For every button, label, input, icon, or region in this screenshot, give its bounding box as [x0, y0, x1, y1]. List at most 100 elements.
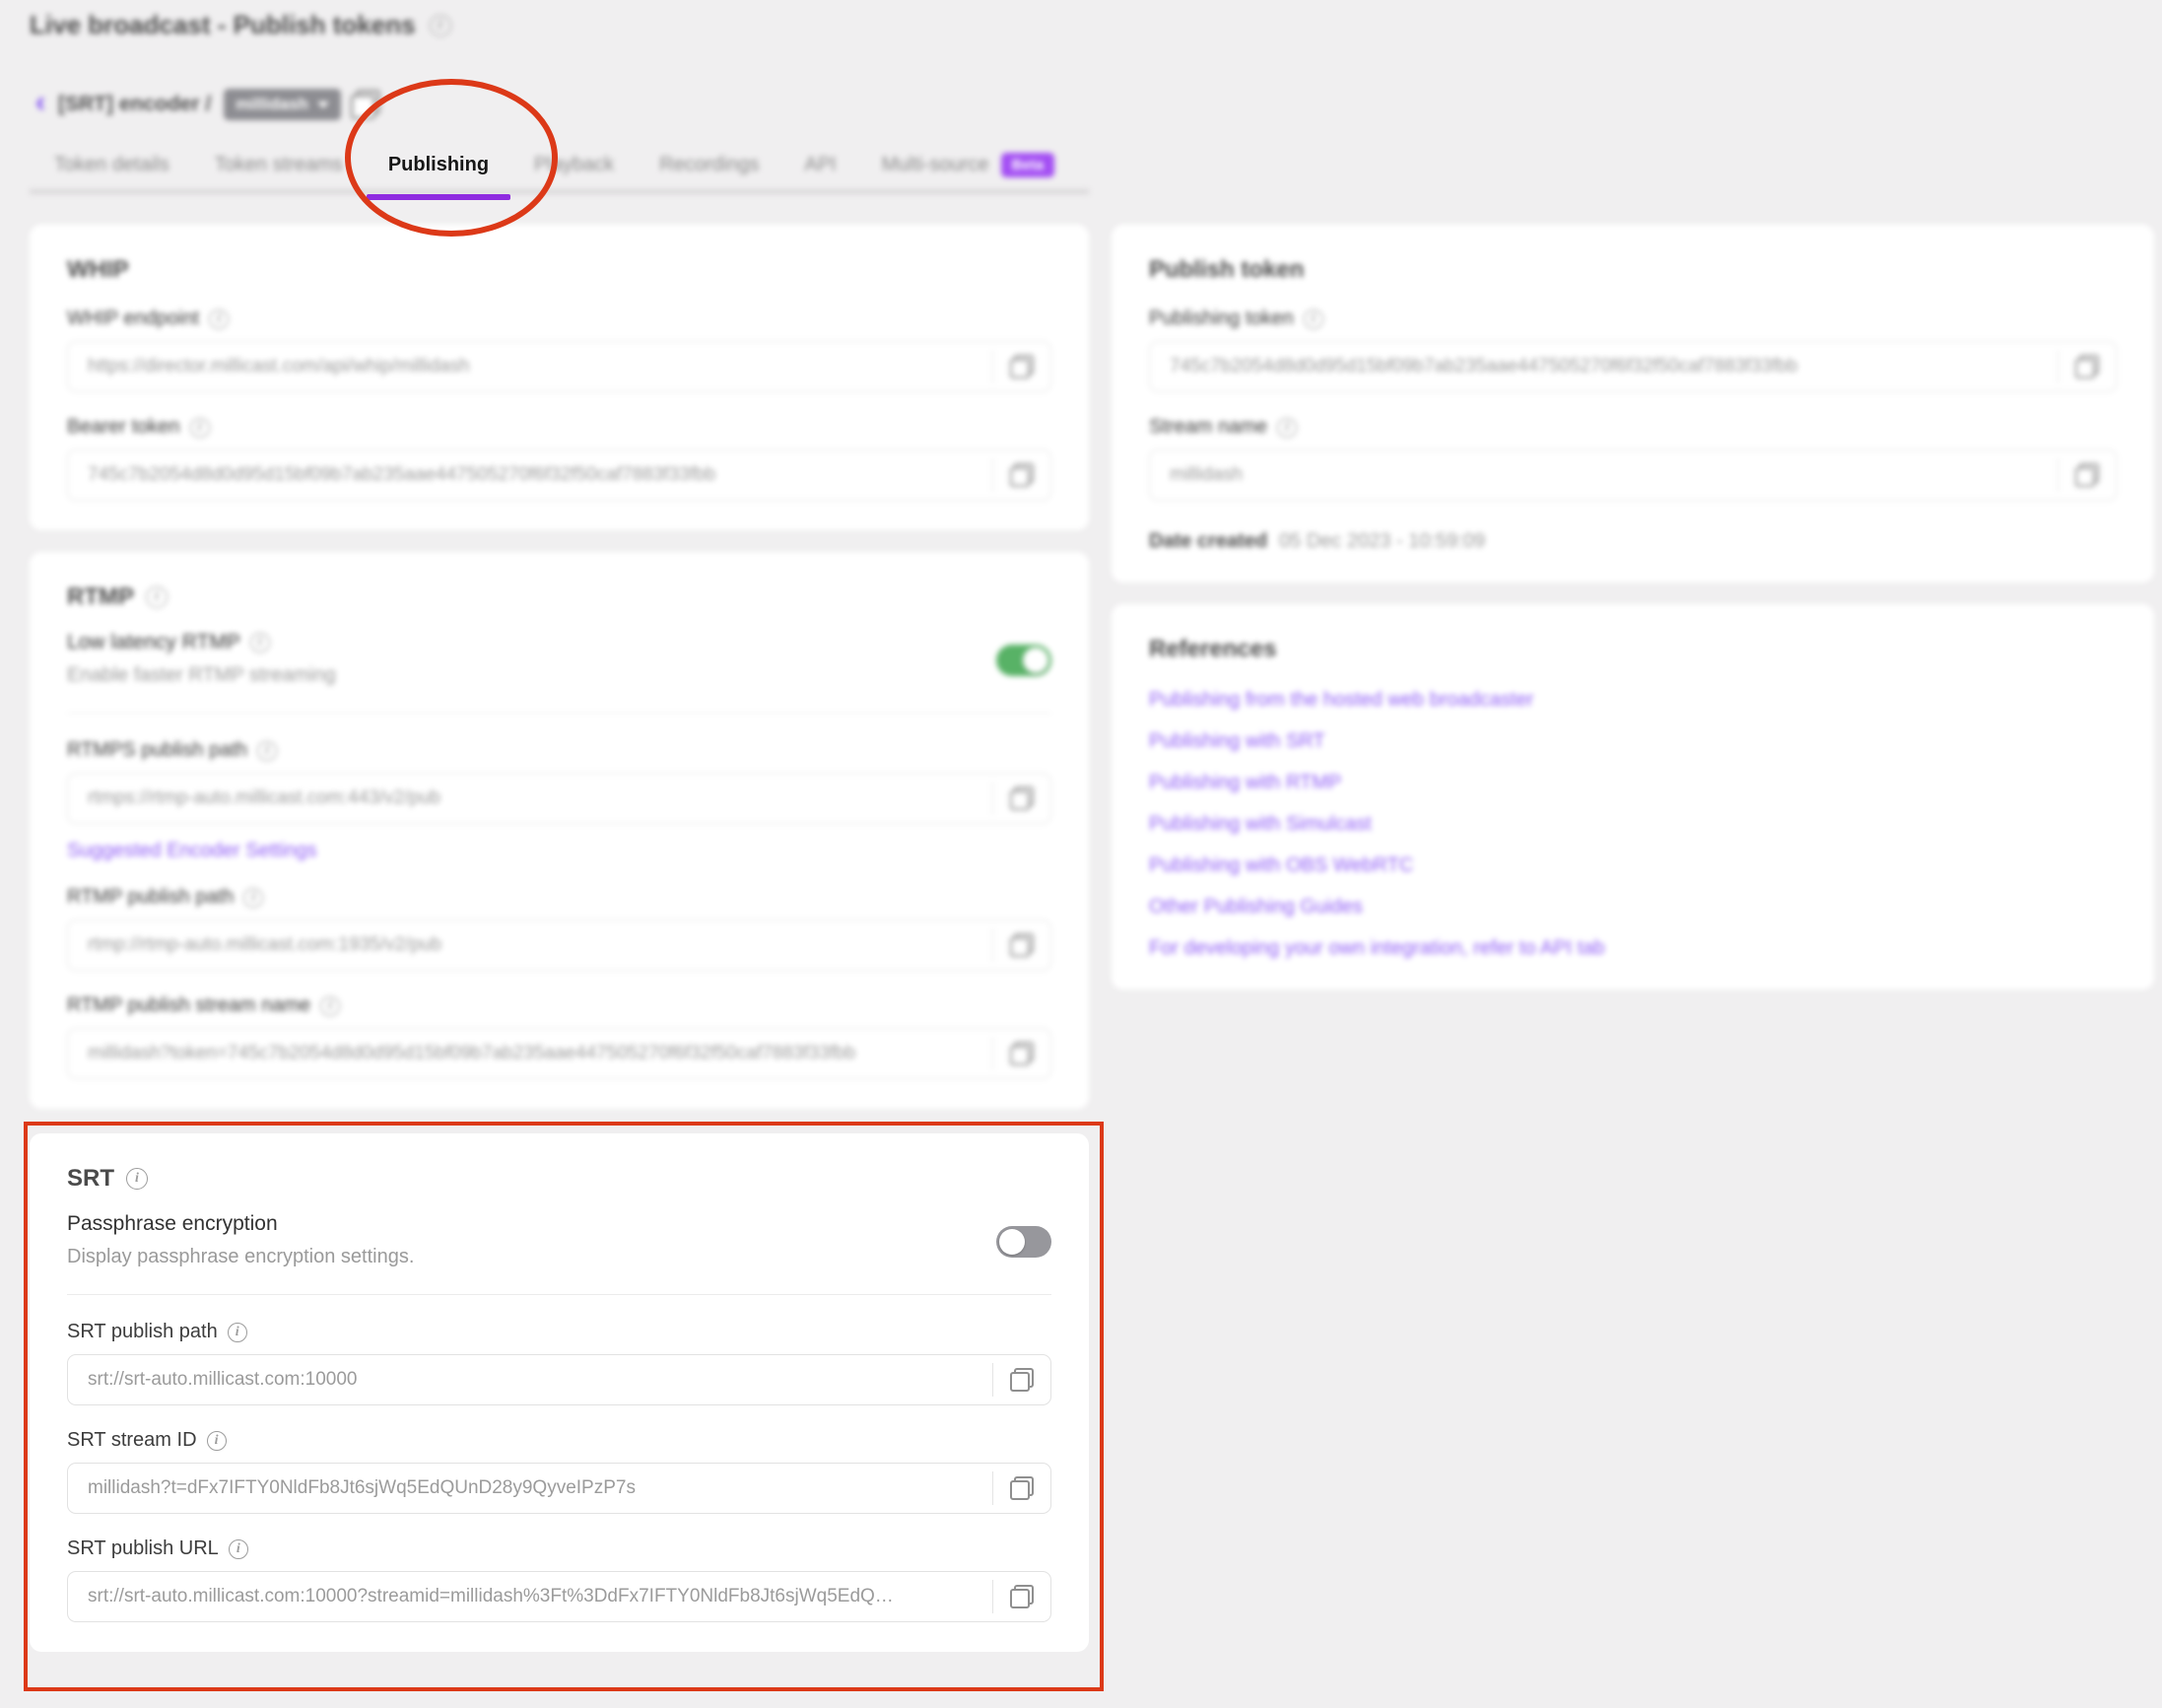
link-publishing-with-srt[interactable]: Publishing with SRT [1149, 730, 2117, 753]
copy-button[interactable] [993, 774, 1050, 823]
link-publishing-with-simulcast[interactable]: Publishing with Simulcast [1149, 813, 2117, 836]
srt-publish-url-field[interactable]: srt://srt-auto.millicast.com:10000?strea… [67, 1571, 1051, 1622]
tab-token-details[interactable]: Token details [54, 154, 169, 176]
info-icon[interactable] [257, 741, 277, 761]
copy-button[interactable] [2059, 450, 2116, 500]
info-icon[interactable] [146, 586, 168, 608]
right-column: Publish token Publishing token 745c7b205… [1112, 225, 2154, 990]
tab-token-streams[interactable]: Token streams [215, 154, 343, 176]
copy-button[interactable] [993, 1572, 1050, 1621]
publish-token-title: Publish token [1149, 256, 2117, 284]
bearer-token-field[interactable]: 745c7b2054d8d0d95d15bf09b7ab235aae447505… [67, 449, 1051, 501]
srt-publish-path-field[interactable]: srt://srt-auto.millicast.com:10000 [67, 1354, 1051, 1405]
tab-api[interactable]: API [804, 154, 836, 176]
publish-token-card: Publish token Publishing token 745c7b205… [1112, 225, 2154, 582]
passphrase-encryption-toggle[interactable] [996, 1226, 1051, 1258]
info-icon[interactable] [1304, 309, 1323, 329]
copy-icon [1010, 933, 1034, 957]
chevron-down-icon [317, 102, 329, 108]
srt-publish-url-value: srt://srt-auto.millicast.com:10000?strea… [68, 1586, 992, 1607]
copy-button[interactable] [993, 1029, 1050, 1078]
srt-stream-id-field[interactable]: millidash?t=dFx7IFTY0NldFb8Jt6sjWq5EdQUn… [67, 1463, 1051, 1514]
toggle-knob [999, 1229, 1025, 1255]
copy-button[interactable] [993, 342, 1050, 391]
copy-icon[interactable] [351, 90, 380, 119]
tab-multi-source[interactable]: Multi-source Beta [882, 153, 1054, 177]
date-created-value: 05 Dec 2023 - 10:59:09 [1279, 530, 1485, 553]
low-latency-rtmp-toggle[interactable] [996, 645, 1051, 676]
tab-recordings[interactable]: Recordings [659, 154, 759, 176]
info-icon[interactable] [190, 418, 210, 438]
references-card: References Publishing from the hosted we… [1112, 604, 2154, 990]
copy-icon [2075, 355, 2099, 378]
whip-endpoint-label: WHIP endpoint [67, 307, 199, 330]
whip-endpoint-field[interactable]: https://director.millicast.com/api/whip/… [67, 341, 1051, 392]
page-title: Live broadcast - Publish tokens [30, 10, 416, 40]
rtmp-publish-path-field[interactable]: rtmp://rtmp-auto.millicast.com:1935/v2/p… [67, 920, 1051, 971]
publishing-token-label: Publishing token [1149, 307, 1294, 330]
info-icon[interactable] [243, 888, 263, 908]
copy-button[interactable] [2059, 342, 2116, 391]
tab-bar: Token details Token streams Publishing P… [54, 144, 1054, 185]
link-publishing-with-rtmp[interactable]: Publishing with RTMP [1149, 772, 2117, 794]
stream-name-field[interactable]: millidash [1149, 449, 2117, 501]
rtmp-card: RTMP Low latency RTMP Enable faster RTMP… [30, 552, 1089, 1109]
link-api-tab-integration[interactable]: For developing your own integration, ref… [1149, 937, 2117, 960]
left-column: WHIP WHIP endpoint https://director.mill… [30, 225, 1089, 1652]
rtmp-publish-path-label: RTMP publish path [67, 886, 234, 909]
tab-multi-source-label: Multi-source [882, 154, 989, 176]
copy-icon [2075, 463, 2099, 487]
tab-playback[interactable]: Playback [534, 154, 614, 176]
copy-icon [1010, 1476, 1034, 1500]
srt-title: SRT [67, 1165, 114, 1193]
copy-button[interactable] [993, 921, 1050, 970]
copy-icon [1010, 355, 1034, 378]
rtmp-title: RTMP [67, 583, 134, 611]
token-name-label: millidash [236, 95, 308, 114]
low-latency-rtmp-description: Enable faster RTMP streaming [67, 664, 336, 687]
copy-button[interactable] [993, 1464, 1050, 1513]
tab-publishing[interactable]: Publishing [388, 154, 489, 176]
rtmps-publish-path-field[interactable]: rtmps://rtmp-auto.millicast.com:443/v2/p… [67, 773, 1051, 824]
suggested-encoder-settings-link[interactable]: Suggested Encoder Settings [67, 840, 317, 862]
toggle-knob [1023, 648, 1048, 673]
info-icon[interactable] [430, 15, 451, 36]
breadcrumb-label: [SRT] encoder / [58, 93, 211, 116]
srt-stream-id-value: millidash?t=dFx7IFTY0NldFb8Jt6sjWq5EdQUn… [68, 1477, 992, 1499]
info-icon[interactable] [229, 1539, 248, 1559]
srt-card: SRT Passphrase encryption Display passph… [30, 1133, 1089, 1652]
back-chevron-icon[interactable]: ‹ [35, 88, 45, 117]
info-icon[interactable] [207, 1431, 227, 1451]
stream-name-value: millidash [1150, 464, 2058, 486]
publishing-token-field[interactable]: 745c7b2054d8d0d95d15bf09b7ab235aae447505… [1149, 341, 2117, 392]
whip-card: WHIP WHIP endpoint https://director.mill… [30, 225, 1089, 530]
passphrase-encryption-label: Passphrase encryption [67, 1212, 278, 1236]
section-divider [67, 713, 1051, 714]
info-icon[interactable] [320, 996, 340, 1016]
passphrase-encryption-description: Display passphrase encryption settings. [67, 1246, 414, 1268]
copy-icon [1010, 786, 1034, 810]
section-divider [67, 1294, 1051, 1295]
copy-button[interactable] [993, 1355, 1050, 1404]
rtmp-publish-path-value: rtmp://rtmp-auto.millicast.com:1935/v2/p… [68, 934, 992, 956]
rtmp-publish-stream-name-value: millidash?token=745c7b2054d8d0d95d15bf09… [68, 1043, 992, 1064]
link-other-publishing-guides[interactable]: Other Publishing Guides [1149, 896, 2117, 919]
whip-title: WHIP [67, 256, 1051, 284]
info-icon[interactable] [228, 1323, 247, 1342]
info-icon[interactable] [209, 309, 229, 329]
link-publishing-with-obs-webrtc[interactable]: Publishing with OBS WebRTC [1149, 854, 2117, 877]
info-icon[interactable] [126, 1168, 148, 1190]
info-icon[interactable] [250, 633, 270, 652]
stream-name-label: Stream name [1149, 416, 1267, 439]
whip-endpoint-value: https://director.millicast.com/api/whip/… [68, 356, 992, 377]
rtmp-publish-stream-name-field[interactable]: millidash?token=745c7b2054d8d0d95d15bf09… [67, 1028, 1051, 1079]
rtmps-publish-path-label: RTMPS publish path [67, 739, 247, 762]
copy-icon [1010, 1042, 1034, 1065]
token-name-dropdown[interactable]: millidash [224, 89, 341, 120]
srt-publish-url-label: SRT publish URL [67, 1537, 219, 1560]
tab-track [30, 189, 1089, 194]
page-header: Live broadcast - Publish tokens [30, 10, 451, 40]
link-hosted-web-broadcaster[interactable]: Publishing from the hosted web broadcast… [1149, 689, 2117, 712]
copy-button[interactable] [993, 450, 1050, 500]
info-icon[interactable] [1277, 418, 1297, 438]
